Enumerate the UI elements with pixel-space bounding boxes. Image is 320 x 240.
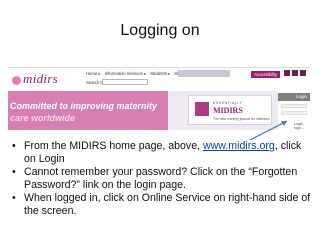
login-link[interactable]: Login, sign... bbox=[294, 122, 310, 130]
bullet-2-text: Cannot remember your password? Click on … bbox=[24, 166, 298, 191]
text-size-small-icon[interactable] bbox=[284, 70, 290, 76]
list-item: • When logged in, click on Online Servic… bbox=[10, 192, 315, 218]
login-panel: Login Login, sign... bbox=[278, 91, 310, 130]
site-header: midirs Home ▸ Information Services ▸ Stu… bbox=[8, 68, 310, 90]
essentially-logo-icon bbox=[195, 102, 209, 116]
website-screenshot: midirs Home ▸ Information Services ▸ Stu… bbox=[8, 67, 310, 130]
header-graphic bbox=[178, 70, 230, 77]
site-logo-text: midirs bbox=[23, 71, 59, 86]
login-header: Login bbox=[278, 93, 310, 101]
logo-mark-icon bbox=[12, 75, 21, 85]
essentially-midirs-promo[interactable]: ESSENTIALLY MIDIRS The new monthly journ… bbox=[188, 95, 272, 125]
bullet-icon: • bbox=[12, 166, 16, 178]
password-field[interactable] bbox=[281, 111, 307, 115]
essentially-label: ESSENTIALLY bbox=[213, 101, 243, 105]
essentially-subtitle: The new monthly journal for midwives bbox=[213, 117, 270, 121]
text-size-large-icon[interactable] bbox=[300, 70, 306, 76]
list-item: • From the MIDIRS home page, above, www.… bbox=[10, 140, 315, 166]
bullet-1-text-pre: From the MIDIRS home page, above, bbox=[24, 140, 203, 152]
bullet-3-text: When logged in, click on Online Service … bbox=[24, 192, 311, 217]
list-item: • Cannot remember your password? Click o… bbox=[10, 166, 315, 192]
bullet-icon: • bbox=[12, 140, 16, 152]
site-logo[interactable]: midirs bbox=[12, 69, 76, 89]
nav-item-students[interactable]: Students ▸ bbox=[150, 71, 170, 76]
nav-item-information-services[interactable]: Information Services ▸ bbox=[105, 71, 146, 76]
slide-title: Logging on bbox=[120, 22, 200, 39]
banner-line-2: care worldwide bbox=[10, 113, 76, 123]
bullet-icon: • bbox=[12, 192, 16, 204]
username-field[interactable] bbox=[281, 104, 307, 108]
promo-column: ESSENTIALLY MIDIRS The new monthly journ… bbox=[168, 91, 278, 130]
accessibility-link[interactable]: Accessibility bbox=[251, 71, 280, 78]
nav-item-home[interactable]: Home ▸ bbox=[86, 71, 100, 76]
essentially-name: MIDIRS bbox=[213, 106, 243, 115]
site-banner: Committed to improving maternity care wo… bbox=[8, 91, 168, 130]
search-input[interactable] bbox=[102, 79, 148, 85]
midirs-website-link[interactable]: www.midirs.org bbox=[203, 140, 275, 152]
instructions-list: • From the MIDIRS home page, above, www.… bbox=[10, 140, 315, 218]
text-size-medium-icon[interactable] bbox=[292, 70, 298, 76]
banner-line-1: Committed to improving maternity bbox=[10, 101, 158, 111]
